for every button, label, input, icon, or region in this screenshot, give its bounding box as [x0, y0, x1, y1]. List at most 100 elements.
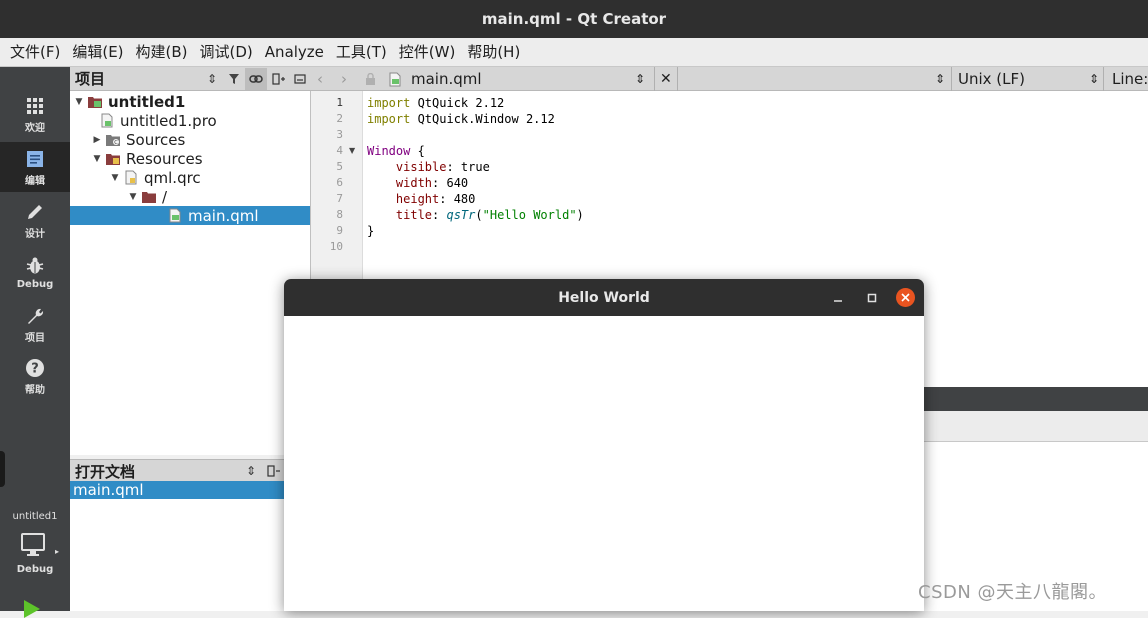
expand-arrow-icon[interactable]: ▼ [91, 154, 103, 164]
open-documents-list: main.qml [70, 481, 284, 611]
wrench-icon [28, 308, 44, 324]
kit-selector[interactable] [20, 533, 57, 563]
open-documents-title: 打开文档 [75, 462, 136, 481]
code-token: ( [475, 208, 483, 222]
split-icon[interactable] [262, 460, 284, 482]
tree-item-resources[interactable]: ▼ Resources [70, 149, 331, 168]
view-select-icon[interactable]: ⇕ [201, 68, 223, 90]
split-icon[interactable] [267, 68, 289, 90]
mode-projects[interactable]: 项目 [0, 299, 70, 349]
svg-text:C: C [114, 140, 118, 146]
menu-analyze[interactable]: Analyze [259, 38, 330, 67]
tree-item-sources[interactable]: ▶ C Sources [70, 130, 331, 149]
document-dropdown-icon[interactable]: ⇕ [635, 67, 645, 91]
expand-arrow-icon[interactable]: ▼ [109, 173, 121, 183]
close-document-icon[interactable]: ✕ [654, 67, 678, 91]
code-line-9: } [367, 223, 374, 239]
projects-panel-header: 项目 ⇕ [70, 67, 311, 91]
hello-world-window[interactable]: Hello World [284, 279, 924, 611]
close-sidebar-icon[interactable] [289, 68, 311, 90]
tree-label: untitled1 [108, 92, 186, 111]
expand-arrow-icon[interactable]: ▼ [73, 97, 85, 107]
current-file-name: main.qml [411, 70, 482, 88]
line-number-gutter: 1 2 3 4 ▼ 5 6 7 8 9 10 [311, 91, 363, 291]
menu-tools[interactable]: 工具(T) [330, 38, 393, 67]
projects-panel-title: 项目 [75, 70, 106, 88]
cursor-position[interactable]: Line: [1103, 67, 1148, 91]
code-token: : 640 [432, 176, 469, 190]
mode-welcome[interactable]: 欢迎 [0, 89, 70, 139]
forward-icon[interactable]: › [341, 67, 347, 91]
fold-marker-icon[interactable]: ▼ [349, 143, 355, 159]
open-document-item[interactable]: main.qml [70, 481, 284, 499]
view-select-icon[interactable]: ⇕ [240, 460, 262, 482]
kit-project-name: untitled1 [12, 511, 58, 522]
tree-label: / [162, 187, 168, 206]
collapse-arrow-icon[interactable]: ▶ [91, 135, 103, 145]
expand-arrow-icon[interactable]: ▼ [127, 192, 139, 202]
menu-help[interactable]: 帮助(H) [461, 38, 526, 67]
help-icon: ? [26, 358, 44, 377]
qrc-file-icon [125, 170, 137, 185]
project-tree: ▼ untitled1 untitled1.pro ▶ C Sources ▼ … [70, 91, 311, 455]
menu-debug[interactable]: 调试(D) [194, 38, 259, 67]
window-title-bar: main.qml - Qt Creator [0, 0, 1148, 38]
line-number: 10 [329, 240, 343, 253]
tree-item-main-qml[interactable]: main.qml [70, 206, 310, 225]
mode-help[interactable]: ? 帮助 [0, 351, 70, 401]
mode-edit[interactable]: 编辑 [0, 142, 70, 192]
filter-icon[interactable] [223, 68, 245, 90]
folder-icon [142, 192, 156, 203]
mode-selector: 欢迎 编辑 设计 Debug 项目 ? 帮助 untitled1 ▸ Debug [0, 67, 70, 618]
mode-design[interactable]: 设计 [0, 195, 70, 245]
line-number: 3 [336, 128, 343, 141]
progress-handle[interactable] [0, 451, 5, 487]
mode-label: Debug [16, 278, 54, 290]
line-ending-dropdown-icon[interactable]: ⇕ [1089, 67, 1099, 91]
document-selector[interactable]: main.qml [387, 67, 482, 91]
open-documents-header: 打开文档 ⇕ [70, 459, 284, 482]
pencil-icon [28, 204, 42, 219]
code-token: : 480 [439, 192, 476, 206]
line-number: 7 [336, 192, 343, 205]
qml-file-icon [169, 208, 181, 223]
menu-widgets[interactable]: 控件(W) [393, 38, 462, 67]
menu-build[interactable]: 构建(B) [130, 38, 194, 67]
kit-build-mode: Debug [16, 564, 54, 575]
edit-document-icon [27, 150, 43, 167]
tree-item-project[interactable]: ▼ untitled1 [70, 92, 313, 111]
back-icon[interactable]: ‹ [317, 67, 323, 91]
code-token: } [367, 224, 375, 238]
close-window-icon[interactable] [896, 288, 915, 307]
menu-edit[interactable]: 编辑(E) [66, 38, 129, 67]
code-token: ) [576, 208, 584, 222]
tree-item-qrc[interactable]: ▼ qml.qrc [70, 168, 349, 187]
menu-file[interactable]: 文件(F) [4, 38, 66, 67]
link-icon[interactable] [245, 67, 267, 90]
mode-debug[interactable]: Debug [0, 247, 70, 297]
maximize-icon[interactable] [862, 288, 881, 307]
code-line-8: title: qsTr("Hello World") [367, 207, 584, 223]
property-token: title [367, 208, 433, 222]
run-icon[interactable] [24, 600, 40, 618]
minimize-icon[interactable] [828, 288, 847, 307]
mode-label: 设计 [25, 228, 45, 240]
tree-label: Resources [126, 149, 203, 168]
code-line-7: height: 480 [367, 191, 475, 207]
monitor-icon [21, 533, 57, 556]
line-number: 9 [336, 224, 343, 237]
symbol-dropdown-icon[interactable]: ⇕ [935, 67, 945, 91]
code-token: QtQuick.Window 2.12 [410, 112, 555, 126]
line-number: 6 [336, 176, 343, 189]
tree-label: main.qml [188, 206, 259, 225]
function-token: qsTr [446, 208, 476, 222]
code-token: { [410, 144, 425, 158]
kit-expand-icon[interactable]: ▸ [55, 547, 59, 556]
mode-label: 项目 [25, 332, 45, 344]
project-folder-icon [88, 97, 102, 108]
mode-label: 编辑 [25, 175, 45, 187]
keyword-token: import [367, 96, 411, 110]
line-ending-selector[interactable]: Unix (LF) [951, 67, 1108, 91]
mode-label: 欢迎 [25, 122, 45, 134]
tree-item-pro-file[interactable]: untitled1.pro [70, 111, 337, 130]
